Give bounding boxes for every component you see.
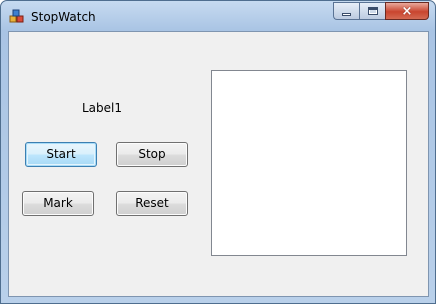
- close-button[interactable]: ×: [385, 2, 429, 20]
- app-icon: [9, 9, 24, 23]
- maximize-button[interactable]: [359, 2, 385, 20]
- minimize-button[interactable]: [333, 2, 359, 20]
- marks-listbox[interactable]: [211, 70, 407, 256]
- maximize-icon: [368, 7, 378, 15]
- stop-button[interactable]: Stop: [116, 142, 188, 167]
- mark-button[interactable]: Mark: [22, 191, 94, 216]
- window-title: StopWatch: [31, 10, 96, 24]
- form-client-area: Label1 Start Stop Mark Reset: [8, 31, 429, 297]
- reset-button[interactable]: Reset: [116, 191, 188, 216]
- stopwatch-window: StopWatch × Label1 Start Stop Mark Reset: [0, 0, 436, 304]
- close-icon: ×: [401, 4, 413, 19]
- start-button[interactable]: Start: [25, 142, 97, 167]
- title-bar[interactable]: StopWatch ×: [1, 1, 435, 31]
- window-controls: ×: [333, 2, 429, 21]
- minimize-icon: [342, 13, 351, 16]
- time-label: Label1: [82, 101, 123, 115]
